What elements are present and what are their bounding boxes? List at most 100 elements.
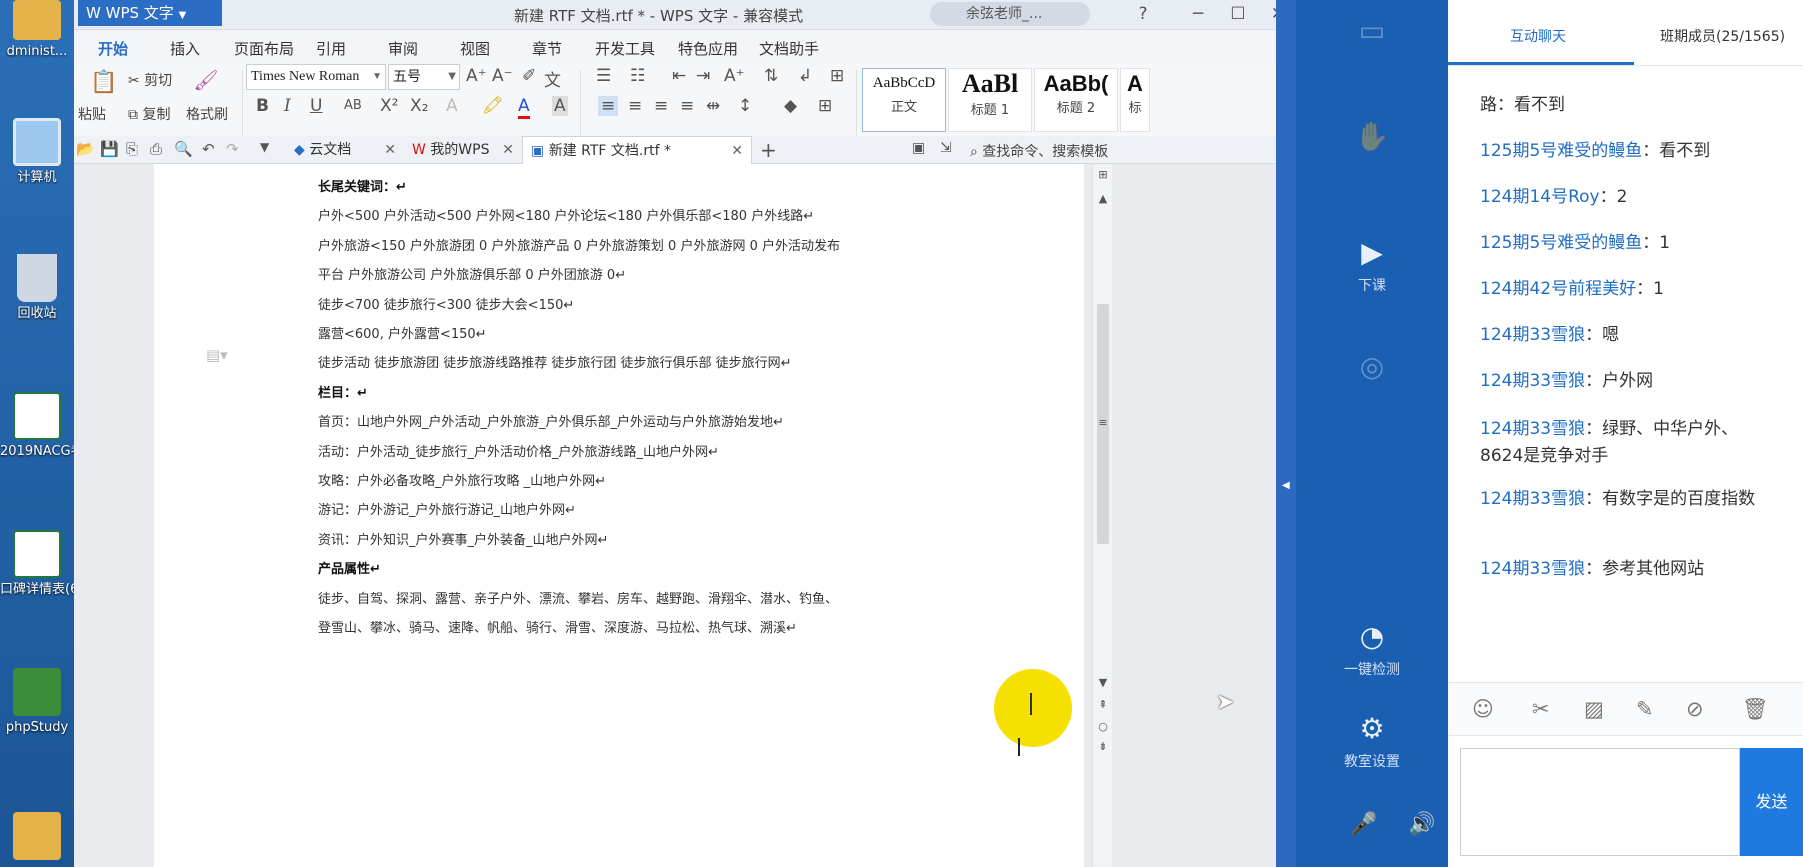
font-name-select[interactable]: Times New Roman ▼ — [246, 64, 386, 90]
browse-object-icon[interactable]: ○ — [1093, 720, 1113, 733]
paste-button[interactable]: 粘贴 — [78, 104, 106, 124]
chat-sender[interactable]: 125期5号难受的鳗鱼 — [1480, 233, 1642, 253]
screenshot-icon[interactable]: ✂ — [1532, 697, 1550, 721]
send-button[interactable]: 发送 — [1740, 748, 1803, 856]
menu-home[interactable]: 开始 — [98, 38, 128, 59]
chat-messages[interactable]: 路：看不到 125期5号难受的鳗鱼：看不到 124期14号Roy：2 125期5号难受… — [1448, 66, 1803, 682]
chat-sender[interactable]: 125期5号难受的鳗鱼 — [1480, 141, 1642, 161]
document-line[interactable]: 户外旅游<150 户外旅游团 0 户外旅游产品 0 户外旅游策划 0 户外旅游网… — [318, 235, 840, 254]
menu-view[interactable]: 视图 — [460, 38, 490, 59]
cut-button[interactable]: ✂ 剪切 — [128, 70, 172, 90]
chat-sender[interactable]: 124期42号前程美好 — [1480, 279, 1636, 299]
phonetic-icon[interactable]: 文 — [544, 66, 561, 91]
underline-icon[interactable]: U — [310, 96, 322, 116]
font-size-select[interactable]: 五号 ▼ — [388, 64, 460, 90]
menu-references[interactable]: 引用 — [316, 38, 346, 59]
menu-sections[interactable]: 章节 — [532, 38, 562, 59]
italic-icon[interactable]: I — [284, 96, 291, 116]
user-account[interactable]: 余弦老师_... — [930, 2, 1090, 26]
shading-icon[interactable]: ◆ — [784, 96, 797, 116]
menu-page-layout[interactable]: 页面布局 — [234, 38, 294, 59]
microphone-icon[interactable]: 🎤 — [1350, 812, 1377, 837]
style-heading-2[interactable]: AaBb( 标题 2 — [1034, 68, 1118, 132]
help-icon[interactable]: ? — [1129, 2, 1157, 26]
chat-sender[interactable]: 124期33雪狼 — [1480, 325, 1585, 345]
command-search[interactable]: ⌕ 查找命令、搜索模板 — [970, 141, 1270, 161]
align-left-icon[interactable]: ≡ — [598, 96, 619, 116]
style-heading-3[interactable]: A 标 — [1120, 68, 1150, 132]
chat-sender[interactable]: 124期33雪狼 — [1480, 419, 1585, 439]
format-painter-button[interactable]: 格式刷 — [186, 104, 228, 124]
close-tab-icon[interactable]: ✕ — [731, 137, 743, 165]
grow-font-icon[interactable]: A⁺ — [466, 66, 487, 86]
paste-icon[interactable]: 📋 — [84, 70, 124, 100]
classroom-item-settings[interactable]: ⚙ 教室设置 — [1296, 712, 1448, 771]
text-effect-icon[interactable]: A — [446, 96, 458, 116]
scroll-down-icon[interactable]: ▼ — [1093, 676, 1113, 689]
close-tab-icon[interactable]: ✕ — [384, 136, 396, 164]
document-line[interactable]: 露营<600, 户外露营<150↵ — [318, 323, 487, 342]
chat-sender[interactable]: 124期33雪狼 — [1480, 489, 1585, 509]
style-normal[interactable]: AaBbCcD 正文 — [862, 68, 946, 132]
ban-icon[interactable]: ⊘ — [1686, 697, 1704, 721]
highlight-icon[interactable]: 🖍 — [482, 96, 504, 116]
document-line[interactable]: 徒步活动 徒步旅游团 徒步旅游线路推荐 徒步旅行团 徒步旅行俱乐部 徒步旅行网↵ — [318, 352, 792, 371]
distribute-icon[interactable]: ⇹ — [706, 96, 720, 116]
bullets-icon[interactable]: ☰ — [596, 66, 611, 86]
classroom-item-end-class[interactable]: ▶ 下课 — [1296, 236, 1448, 295]
print-icon[interactable]: ⎙ — [150, 140, 162, 158]
emoji-icon[interactable]: ☺ — [1472, 697, 1494, 721]
chat-sender[interactable]: 124期33雪狼 — [1480, 371, 1585, 391]
document-line[interactable]: 长尾关键词：↵ — [318, 176, 407, 195]
document-line[interactable]: 栏目：↵ — [318, 382, 368, 401]
paragraph-marker-icon[interactable]: ▤▾ — [206, 346, 228, 364]
next-page-icon[interactable]: ⇟ — [1093, 740, 1113, 753]
document-line[interactable]: 徒步、自驾、探洞、露营、亲子户外、漂流、攀岩、房车、越野跑、滑翔伞、潜水、钓鱼、 — [318, 588, 838, 607]
align-center-icon[interactable]: ≡ — [628, 96, 642, 116]
wps-app-button[interactable]: W WPS 文字 ▼ — [78, 0, 222, 26]
font-color-icon[interactable]: A — [518, 96, 530, 119]
desktop-icon-computer[interactable]: 计算机 — [0, 118, 74, 185]
menu-insert[interactable]: 插入 — [170, 38, 200, 59]
document-line[interactable]: 登雪山、攀冰、骑马、速降、帆船、骑行、滑雪、深度游、马拉松、热气球、溯溪↵ — [318, 617, 797, 636]
char-shading-icon[interactable]: A — [552, 96, 568, 116]
style-heading-1[interactable]: AaBl 标题 1 — [948, 68, 1032, 132]
tab-my-wps[interactable]: W 我的WPS ✕ — [404, 136, 522, 164]
document-line[interactable]: 游记：户外游记_户外旅行游记_山地户外网↵ — [318, 499, 576, 518]
justify-icon[interactable]: ≡ — [680, 96, 694, 116]
document-line[interactable]: 平台 户外旅游公司 户外旅游俱乐部 0 户外团旅游 0↵ — [318, 264, 626, 283]
chat-sender[interactable]: 124期33雪狼 — [1480, 559, 1585, 579]
pin-icon[interactable]: ⇲ — [940, 140, 952, 156]
print-preview-icon[interactable]: 🔍 — [174, 140, 193, 158]
desktop-icon-phpstudy[interactable]: phpStudy — [0, 668, 74, 735]
menu-doc-assistant[interactable]: 文档助手 — [759, 38, 819, 59]
document-line[interactable]: 户外<500 户外活动<500 户外网<180 户外论坛<180 户外俱乐部<1… — [318, 205, 814, 224]
edit-icon[interactable]: ✎ — [1636, 697, 1654, 721]
borders-icon[interactable]: ⊞ — [818, 96, 832, 116]
vertical-scrollbar[interactable]: ⊞ ▲ ≡ ▼ ⇞ ○ ⇟ — [1092, 164, 1112, 867]
show-marks-icon[interactable]: ↲ — [798, 66, 812, 86]
prev-page-icon[interactable]: ⇞ — [1093, 698, 1113, 711]
redo-icon[interactable]: ↷ — [226, 140, 239, 158]
menu-special[interactable]: 特色应用 — [678, 38, 738, 59]
table-icon[interactable]: ⊞ — [830, 66, 844, 86]
format-painter-icon[interactable]: 🖌 — [192, 68, 220, 98]
image-icon[interactable]: ▨ — [1584, 697, 1604, 721]
document-line[interactable]: 首页：山地户外网_户外活动_户外旅游_户外俱乐部_户外运动与户外旅游始发地↵ — [318, 411, 784, 430]
export-pdf-icon[interactable]: ⎘ — [126, 140, 138, 158]
document-line[interactable]: 徒步<700 徒步旅行<300 徒步大会<150↵ — [318, 294, 574, 313]
undo-icon[interactable]: ↶ — [202, 140, 215, 158]
open-folder-icon[interactable]: 📂 — [76, 140, 95, 158]
tab-current-document[interactable]: ▣ 新建 RTF 文档.rtf * ✕ — [522, 136, 752, 164]
desktop-icon-excel-2[interactable]: 口碑详情表(6月).xls — [0, 530, 74, 597]
classroom-item-check[interactable]: ◔ 一键检测 — [1296, 620, 1448, 679]
desktop-icon-excel-1[interactable]: 2019NACG考试申请... — [0, 392, 74, 459]
tab-cloud-docs[interactable]: ◆ 云文档 ✕ — [286, 136, 404, 164]
tab-class-members[interactable]: 班期成员(25/1565) — [1660, 26, 1785, 46]
superscript-icon[interactable]: X² — [380, 96, 398, 116]
strikethrough-icon[interactable]: AB — [344, 98, 362, 113]
trash-icon[interactable]: 🗑 — [1742, 697, 1769, 722]
menu-developer[interactable]: 开发工具 — [595, 38, 655, 59]
desktop-icon-admin[interactable]: dminist... — [0, 0, 74, 59]
decrease-indent-icon[interactable]: ⇤ — [672, 66, 686, 86]
